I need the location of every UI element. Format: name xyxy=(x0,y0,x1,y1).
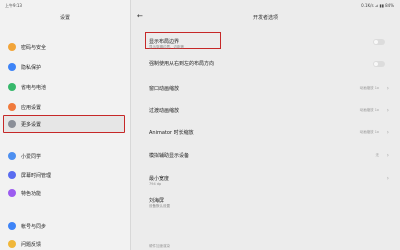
setting-subtitle: 显示剪辑边界、边距等 xyxy=(149,45,184,49)
sidebar-item-battery[interactable]: 省电与电池 xyxy=(0,78,130,96)
setting-transition-animation-scale[interactable]: 过渡动画缩放 动画缩放 1x › xyxy=(149,107,389,117)
sidebar-item-label: 小爱同学 xyxy=(21,154,42,160)
battery-icon xyxy=(8,83,16,91)
toggle-switch[interactable] xyxy=(373,61,385,67)
developer-options-pane: ← 开发者选项 显示布局边界 显示剪辑边界、边距等 强制使用从右到左的布局方向 … xyxy=(131,0,400,250)
lock-icon xyxy=(8,43,16,51)
sidebar-item-label: 密码与安全 xyxy=(21,45,47,51)
chevron-right-icon: › xyxy=(386,152,389,159)
sidebar-item-label: 应用设置 xyxy=(21,105,42,111)
chevron-right-icon: › xyxy=(386,175,389,182)
setting-simulate-secondary-display[interactable]: 模拟辅助显示设备 无 › xyxy=(149,152,389,162)
setting-value: 动画缩放 1x xyxy=(359,130,379,134)
page-title: 开发者选项 xyxy=(252,15,278,21)
status-indicators: 0.1K/s ⊿ ▮▮ 84% xyxy=(361,3,394,8)
sidebar-item-feedback[interactable]: 问题反馈 xyxy=(0,235,130,250)
sidebar-item-more-settings[interactable]: 更多设置 xyxy=(0,115,130,133)
sidebar-item-label: 隐私保护 xyxy=(21,65,42,71)
setting-title: 强制使用从右到左的布局方向 xyxy=(149,61,215,67)
sidebar-item-app-settings[interactable]: 应用设置 xyxy=(0,98,130,116)
setting-title: 窗口动画缩放 xyxy=(149,86,180,92)
chevron-right-icon: › xyxy=(386,129,389,136)
feedback-icon xyxy=(8,240,16,248)
settings-sidebar: 设置 密码与安全 隐私保护 省电与电池 应用设置 更多设置 小爱同学 屏幕时间管… xyxy=(0,0,130,250)
setting-display-cutout[interactable]: 刘海屏 设备默认设置 xyxy=(149,197,389,211)
toggle-knob xyxy=(374,62,378,66)
setting-animator-duration-scale[interactable]: Animator 时长缩放 动画缩放 1x › xyxy=(149,129,389,139)
account-icon xyxy=(8,222,16,230)
sidebar-item-label: 省电与电池 xyxy=(21,85,47,91)
sidebar-item-label: 问题反馈 xyxy=(21,242,42,248)
setting-value: 动画缩放 1x xyxy=(359,108,379,112)
sidebar-item-password-security[interactable]: 密码与安全 xyxy=(0,38,130,56)
sidebar-item-privacy[interactable]: 隐私保护 xyxy=(0,58,130,76)
setting-window-animation-scale[interactable]: 窗口动画缩放 动画缩放 1x › xyxy=(149,85,389,95)
setting-title: 显示布局边界 xyxy=(149,39,180,45)
chevron-right-icon: › xyxy=(386,85,389,92)
more-settings-icon xyxy=(8,120,16,128)
setting-subtitle: 设备默认设置 xyxy=(149,204,170,208)
sidebar-item-account-sync[interactable]: 帐号与同步 xyxy=(0,217,130,235)
sidebar-item-features[interactable]: 特色功能 xyxy=(0,184,130,202)
features-icon xyxy=(8,189,16,197)
sidebar-item-label: 更多设置 xyxy=(21,122,42,128)
apps-icon xyxy=(8,103,16,111)
sidebar-item-xiaoai[interactable]: 小爱同学 xyxy=(0,147,130,165)
section-header: 硬件加速渲染 xyxy=(149,244,170,248)
toggle-switch[interactable] xyxy=(373,39,385,45)
setting-value: 动画缩放 1x xyxy=(359,86,379,90)
setting-title: 过渡动画缩放 xyxy=(149,108,180,114)
sidebar-item-screen-time[interactable]: 屏幕时间管理 xyxy=(0,166,130,184)
setting-force-rtl[interactable]: 强制使用从右到左的布局方向 xyxy=(149,60,389,70)
setting-smallest-width[interactable]: 最小宽度 794 dp › xyxy=(149,175,389,189)
setting-title: 最小宽度 xyxy=(149,176,170,182)
sidebar-item-label: 屏幕时间管理 xyxy=(21,173,52,179)
setting-title: 刘海屏 xyxy=(149,198,165,204)
screen-time-icon xyxy=(8,171,16,179)
sidebar-title: 设置 xyxy=(59,15,70,21)
setting-show-layout-bounds[interactable]: 显示布局边界 显示剪辑边界、边距等 xyxy=(149,38,389,52)
sidebar-item-label: 特色功能 xyxy=(21,191,42,197)
setting-subtitle: 794 dp xyxy=(149,182,162,186)
privacy-icon xyxy=(8,63,16,71)
toggle-knob xyxy=(374,40,378,44)
status-time: 上午9:13 xyxy=(5,3,22,8)
status-bar: 上午9:13 0.1K/s ⊿ ▮▮ 84% xyxy=(0,0,400,10)
xiaoai-icon xyxy=(8,152,16,160)
sidebar-item-label: 帐号与同步 xyxy=(21,224,47,230)
setting-title: 模拟辅助显示设备 xyxy=(149,153,190,159)
setting-title: Animator 时长缩放 xyxy=(149,130,194,136)
setting-value: 无 xyxy=(375,153,380,157)
chevron-right-icon: › xyxy=(386,107,389,114)
